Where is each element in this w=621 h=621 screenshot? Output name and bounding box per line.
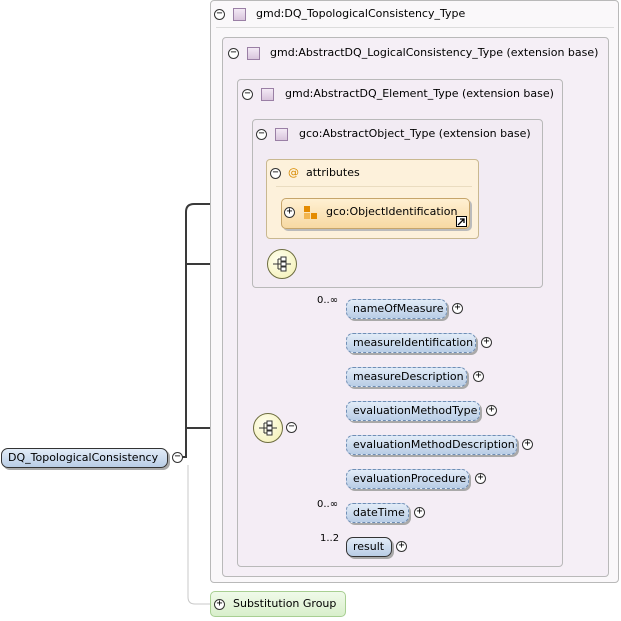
element-name-of-measure[interactable]: nameOfMeasure	[346, 299, 447, 319]
title-divider	[216, 27, 614, 28]
expand-icon[interactable]: +	[414, 507, 425, 518]
reference-arrow-icon	[456, 216, 467, 227]
collapse-icon[interactable]: −	[228, 48, 239, 59]
collapse-icon[interactable]: −	[270, 168, 281, 179]
element-type-title: gmd:AbstractDQ_Element_Type (extension b…	[285, 87, 554, 100]
expand-icon[interactable]: +	[473, 371, 484, 382]
substitution-group-label: Substitution Group	[233, 597, 337, 610]
element-measure-description[interactable]: measureDescription	[346, 367, 467, 387]
collapse-icon[interactable]: −	[256, 129, 267, 140]
expand-icon[interactable]: +	[475, 473, 486, 484]
object-type-title: gco:AbstractObject_Type (extension base)	[299, 127, 531, 140]
cardinality-label: 0..∞	[317, 499, 339, 510]
attributes-divider	[276, 186, 472, 187]
attribute-group-icon	[304, 206, 318, 220]
root-element-dq-topological-consistency[interactable]: DQ_TopologicalConsistency	[1, 448, 168, 468]
element-evaluation-method-type[interactable]: evaluationMethodType	[346, 401, 480, 421]
cardinality-label: 1..2	[320, 533, 340, 544]
element-evaluation-method-description[interactable]: evaluationMethodDescription	[346, 435, 517, 455]
type-square-icon	[247, 47, 260, 60]
sequence-compositor-icon[interactable]	[253, 413, 283, 443]
expand-icon[interactable]: +	[396, 541, 407, 552]
element-measure-identification[interactable]: measureIdentification	[346, 333, 476, 353]
expand-icon[interactable]: +	[284, 207, 295, 218]
object-identification-label: gco:ObjectIdentification	[326, 205, 458, 218]
collapse-icon[interactable]: −	[214, 9, 225, 20]
element-date-time[interactable]: dateTime	[346, 503, 409, 523]
collapse-icon[interactable]: −	[242, 89, 253, 100]
expand-icon[interactable]: +	[452, 303, 463, 314]
attribute-at-icon: @	[288, 166, 299, 179]
sequence-compositor-icon[interactable]	[267, 249, 297, 279]
type-square-icon	[275, 128, 288, 141]
expand-icon[interactable]: +	[481, 337, 492, 348]
expand-icon[interactable]: +	[522, 439, 533, 450]
expand-icon[interactable]: +	[486, 405, 497, 416]
cardinality-label: 0..∞	[317, 295, 339, 306]
expand-icon[interactable]: +	[214, 599, 225, 610]
type-square-icon	[233, 8, 246, 21]
element-result[interactable]: result	[346, 537, 392, 557]
collapse-icon[interactable]: −	[172, 452, 183, 463]
attributes-header: attributes	[306, 166, 360, 179]
logical-consistency-title: gmd:AbstractDQ_LogicalConsistency_Type (…	[270, 46, 599, 59]
collapse-icon[interactable]: −	[286, 422, 297, 433]
element-evaluation-procedure[interactable]: evaluationProcedure	[346, 469, 469, 489]
topological-type-title: gmd:DQ_TopologicalConsistency_Type	[256, 7, 466, 20]
type-square-icon	[261, 88, 274, 101]
